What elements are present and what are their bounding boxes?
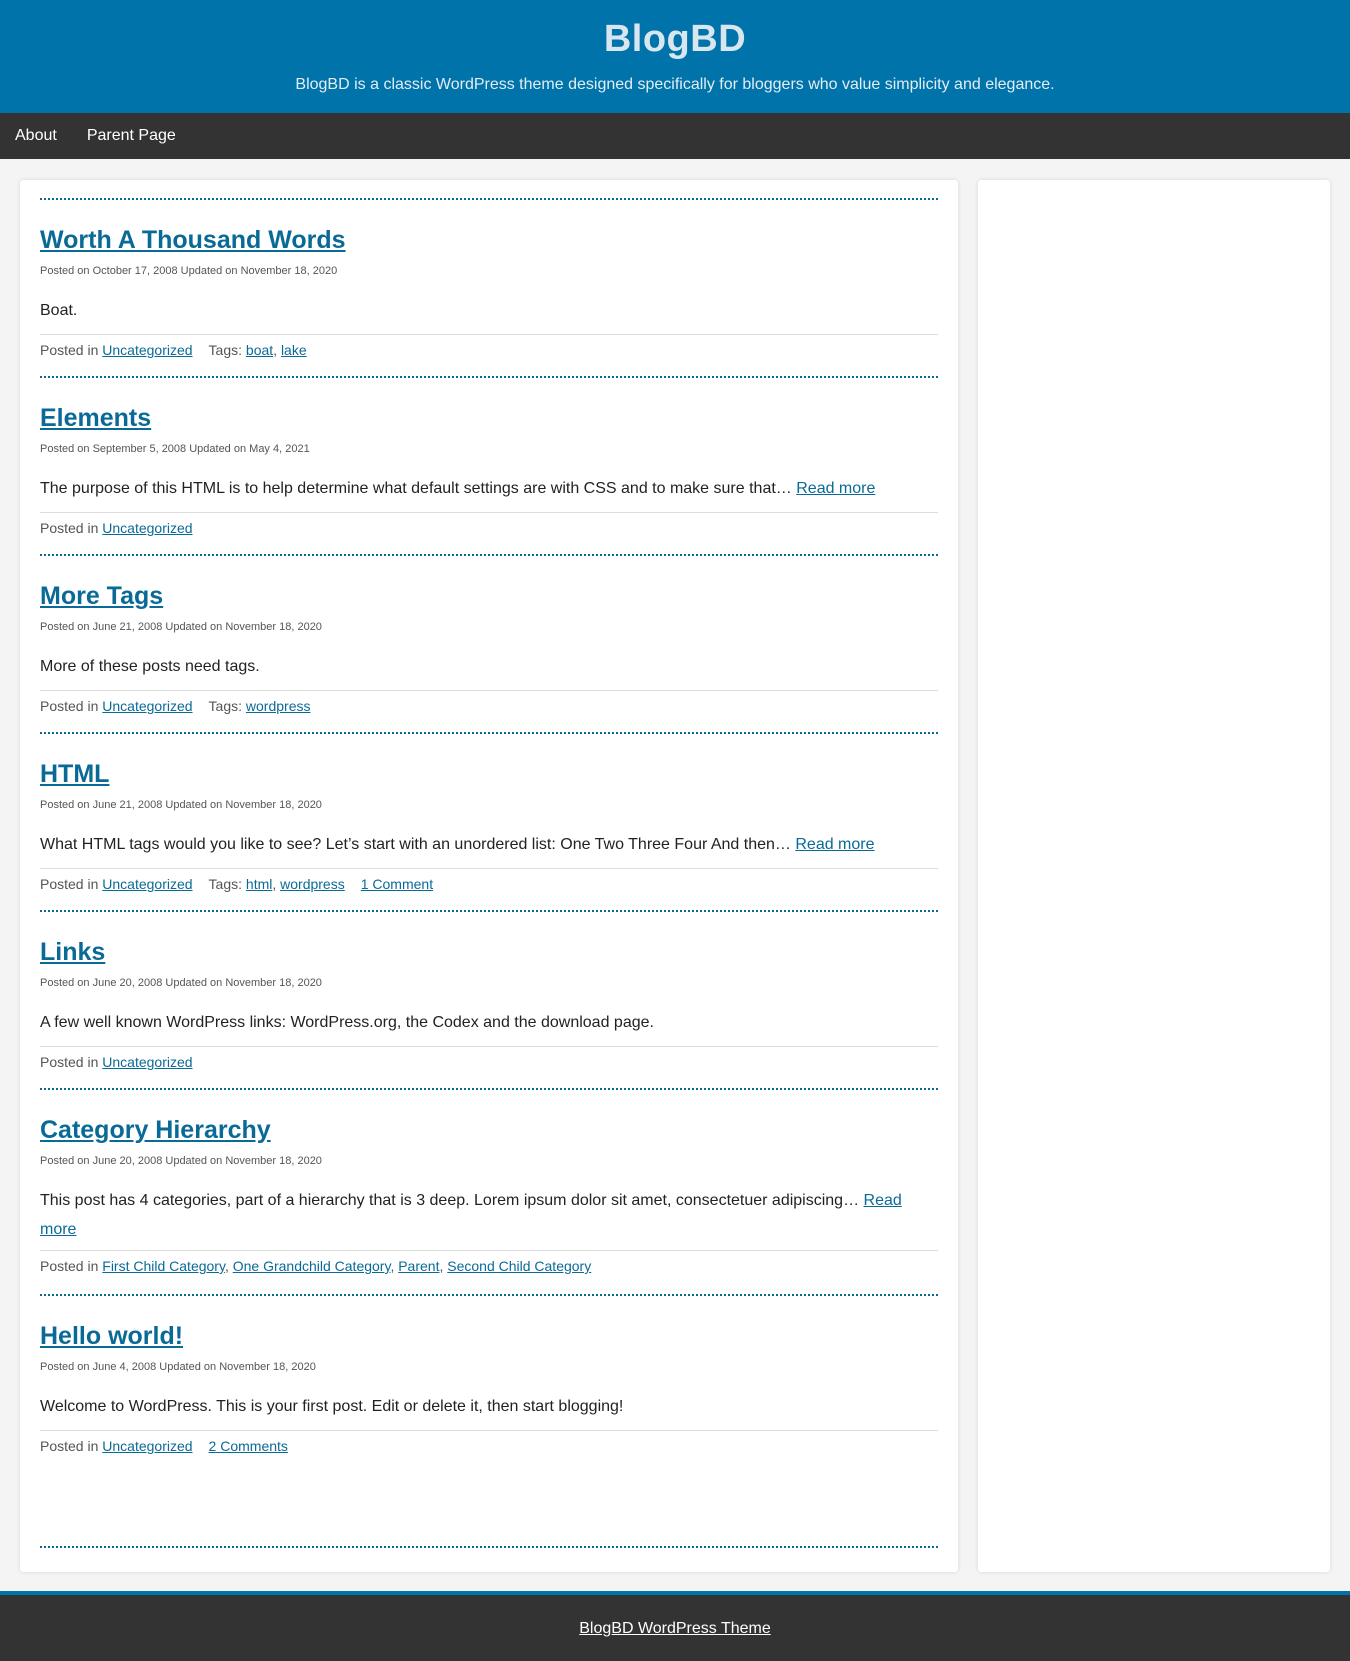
tags-label: Tags:	[208, 342, 243, 358]
posted-in-label: Posted in	[40, 876, 99, 892]
site-footer: BlogBD WordPress Theme	[0, 1591, 1350, 1661]
post-footer: Posted in First Child Category, One Gran…	[40, 1250, 938, 1275]
post: Elements Posted on September 5, 2008 Upda…	[40, 376, 938, 556]
tags-label: Tags:	[208, 876, 243, 892]
posted-in-label: Posted in	[40, 1258, 99, 1274]
post-title: More Tags	[40, 580, 163, 612]
post-title: Category Hierarchy	[40, 1114, 271, 1146]
post-footer: Posted in Uncategorized	[40, 512, 938, 537]
divider	[40, 1546, 938, 1548]
post-title: Hello world!	[40, 1320, 183, 1352]
post-footer: Posted in Uncategorized	[40, 1046, 938, 1071]
comments-link[interactable]: 1 Comment	[361, 876, 433, 892]
post-excerpt-text: A few well known WordPress links: WordPr…	[40, 1014, 654, 1031]
post-title-link[interactable]: HTML	[40, 760, 109, 788]
post: HTML Posted on June 21, 2008 Updated on N…	[40, 732, 938, 912]
main-navigation: About Parent Page	[0, 113, 1350, 159]
post-excerpt-text: What HTML tags would you like to see? Le…	[40, 836, 791, 853]
post-excerpt: More of these posts need tags.	[40, 652, 930, 681]
read-more-link[interactable]: Read more	[795, 836, 874, 853]
post-footer: Posted in Uncategorized Tags: html, wordp…	[40, 868, 938, 893]
posts-column: Worth A Thousand Words Posted on October …	[20, 180, 958, 1572]
site-description: BlogBD is a classic WordPress theme desi…	[295, 76, 1055, 93]
post-title-link[interactable]: More Tags	[40, 582, 163, 610]
sidebar	[978, 180, 1330, 1572]
tags-group: Tags: boat, lake	[208, 342, 307, 358]
post-meta: Posted on September 5, 2008 Updated on M…	[40, 443, 310, 455]
category-link[interactable]: Uncategorized	[102, 876, 192, 892]
post-meta: Posted on October 17, 2008 Updated on No…	[40, 265, 338, 277]
post-excerpt: A few well known WordPress links: WordPr…	[40, 1008, 930, 1037]
posted-in-label: Posted in	[40, 520, 99, 536]
post-footer: Posted in Uncategorized Tags: wordpress	[40, 690, 938, 715]
post-meta: Posted on June 20, 2008 Updated on Novem…	[40, 1155, 322, 1167]
post-excerpt: This post has 4 categories, part of a hi…	[40, 1186, 930, 1244]
post-excerpt-text: More of these posts need tags.	[40, 658, 260, 675]
post-footer: Posted in Uncategorized Tags: boat, lake	[40, 334, 938, 359]
site-title[interactable]: BlogBD	[0, 17, 1350, 61]
tag-link[interactable]: wordpress	[280, 876, 345, 892]
category-link[interactable]: Uncategorized	[102, 698, 192, 714]
post: More Tags Posted on June 21, 2008 Updated…	[40, 554, 938, 734]
posted-in-label: Posted in	[40, 342, 99, 358]
post-title: Elements	[40, 402, 151, 434]
posted-in-label: Posted in	[40, 698, 99, 714]
post-excerpt-text: Boat.	[40, 302, 78, 319]
post-meta: Posted on June 20, 2008 Updated on Novem…	[40, 977, 322, 989]
tag-link[interactable]: lake	[281, 342, 307, 358]
post-excerpt-text: This post has 4 categories, part of a hi…	[40, 1192, 860, 1209]
category-link[interactable]: Uncategorized	[102, 1054, 192, 1070]
post-title-link[interactable]: Links	[40, 938, 105, 966]
post: Worth A Thousand Words Posted on October …	[40, 198, 938, 378]
tag-link[interactable]: html	[246, 876, 272, 892]
tag-link[interactable]: wordpress	[246, 698, 311, 714]
tags-group: Tags: html, wordpress	[208, 876, 345, 892]
read-more-link[interactable]: Read more	[796, 480, 875, 497]
post-excerpt: Boat.	[40, 296, 930, 325]
tags-label: Tags:	[208, 698, 243, 714]
tag-link[interactable]: boat	[246, 342, 273, 358]
nav-item-about[interactable]: About	[15, 113, 57, 159]
post-excerpt: What HTML tags would you like to see? Le…	[40, 830, 930, 859]
tags-group: Tags: wordpress	[209, 698, 311, 714]
category-link[interactable]: First Child Category	[102, 1258, 225, 1274]
post-footer: Posted in Uncategorized 2 Comments	[40, 1430, 938, 1455]
category-link[interactable]: Uncategorized	[102, 342, 192, 358]
post-title: Links	[40, 936, 105, 968]
post-excerpt: Welcome to WordPress. This is your first…	[40, 1392, 930, 1421]
category-link[interactable]: Second Child Category	[447, 1258, 591, 1274]
post-meta: Posted on June 21, 2008 Updated on Novem…	[40, 799, 322, 811]
post-excerpt-text: Welcome to WordPress. This is your first…	[40, 1398, 624, 1415]
post-excerpt-text: The purpose of this HTML is to help dete…	[40, 480, 792, 497]
post: Category Hierarchy Posted on June 20, 200…	[40, 1088, 938, 1296]
content-area: Worth A Thousand Words Posted on October …	[0, 159, 1350, 1589]
post-meta: Posted on June 4, 2008 Updated on Novemb…	[40, 1361, 316, 1373]
post-title: HTML	[40, 758, 109, 790]
comments-link[interactable]: 2 Comments	[209, 1438, 288, 1454]
posted-in-label: Posted in	[40, 1438, 99, 1454]
posted-in-label: Posted in	[40, 1054, 99, 1070]
post-title: Worth A Thousand Words	[40, 224, 346, 256]
post-title-link[interactable]: Elements	[40, 404, 151, 432]
post: Hello world! Posted on June 4, 2008 Updat…	[40, 1294, 938, 1546]
site-header: BlogBD BlogBD is a classic WordPress the…	[0, 0, 1350, 113]
category-link[interactable]: Parent	[398, 1258, 439, 1274]
post-title-link[interactable]: Worth A Thousand Words	[40, 226, 346, 254]
post-meta: Posted on June 21, 2008 Updated on Novem…	[40, 621, 322, 633]
nav-item-parent-page[interactable]: Parent Page	[87, 113, 176, 159]
category-link[interactable]: Uncategorized	[102, 1438, 192, 1454]
post-excerpt: The purpose of this HTML is to help dete…	[40, 474, 930, 503]
post-title-link[interactable]: Category Hierarchy	[40, 1116, 271, 1144]
post: Links Posted on June 20, 2008 Updated on …	[40, 910, 938, 1090]
post-title-link[interactable]: Hello world!	[40, 1322, 183, 1350]
category-link[interactable]: Uncategorized	[102, 520, 192, 536]
category-link[interactable]: One Grandchild Category	[233, 1258, 391, 1274]
footer-theme-link[interactable]: BlogBD WordPress Theme	[579, 1619, 770, 1639]
